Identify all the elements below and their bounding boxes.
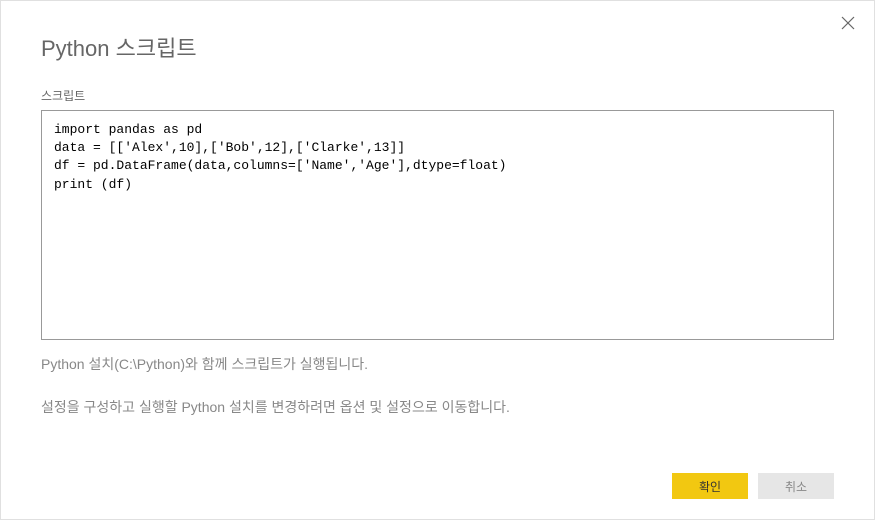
dialog-title: Python 스크립트 <box>41 31 834 63</box>
button-row: 확인 취소 <box>41 453 834 499</box>
script-label: 스크립트 <box>41 87 834 104</box>
close-button[interactable] <box>838 13 858 33</box>
settings-info: 설정을 구성하고 실행할 Python 설치를 변경하려면 옵션 및 설정으로 … <box>41 397 834 418</box>
ok-button[interactable]: 확인 <box>672 473 748 499</box>
close-icon <box>841 16 855 30</box>
python-script-dialog: Python 스크립트 스크립트 Python 설치(C:\Python)와 함… <box>1 1 874 519</box>
cancel-button[interactable]: 취소 <box>758 473 834 499</box>
install-path-info: Python 설치(C:\Python)와 함께 스크립트가 실행됩니다. <box>41 354 834 375</box>
script-input[interactable] <box>41 110 834 340</box>
